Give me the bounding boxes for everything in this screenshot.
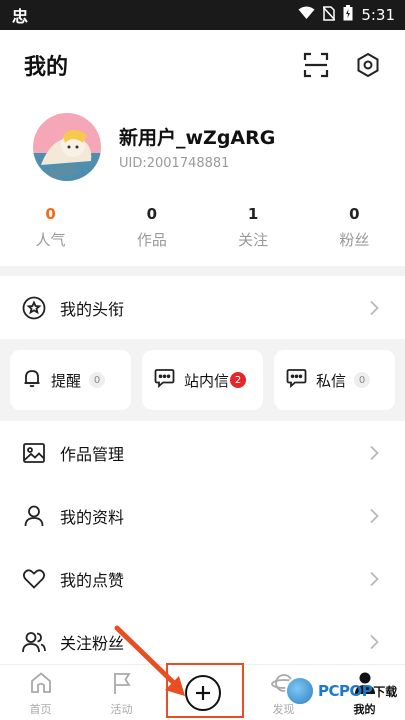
profile-section[interactable]: 新用户_wZgARG UID:2001748881	[0, 100, 405, 193]
tab-label: 活动	[110, 703, 133, 716]
my-profile-row[interactable]: 我的资料	[0, 484, 405, 547]
avatar[interactable]	[33, 112, 101, 181]
stat-value: 0	[349, 205, 360, 223]
chat-bubble-icon	[154, 368, 175, 392]
unread-badge: 2	[230, 372, 247, 388]
chevron-right-icon	[367, 634, 381, 649]
heart-icon	[22, 567, 46, 591]
settings-icon[interactable]	[353, 50, 383, 80]
tab-label: 首页	[29, 703, 52, 716]
message-cards: 提醒 0 站内信 2 私信 0	[0, 339, 405, 421]
app-notification-icon: 忠	[12, 7, 29, 26]
count-badge: 0	[89, 372, 106, 388]
battery-icon	[343, 5, 353, 25]
user-icon	[22, 504, 46, 528]
chevron-right-icon	[367, 300, 381, 315]
stat-value: 1	[247, 205, 259, 223]
bell-icon	[22, 368, 42, 392]
stats-row: 0 人气 0 作品 1 关注 0 粉丝	[0, 193, 405, 266]
row-label: 作品管理	[60, 444, 125, 464]
home-icon	[29, 671, 53, 699]
stat-label: 人气	[35, 231, 66, 249]
reminders-card[interactable]: 提醒 0	[10, 350, 131, 410]
status-time: 5:31	[361, 6, 395, 24]
watermark-subtext: 下载	[373, 684, 398, 699]
private-message-card[interactable]: 私信 0	[274, 350, 395, 410]
image-icon	[22, 441, 46, 465]
highlight-box	[166, 663, 244, 718]
users-icon	[22, 630, 46, 654]
stat-works[interactable]: 0 作品	[101, 205, 202, 266]
card-label: 私信	[316, 371, 347, 390]
card-label: 站内信	[184, 371, 230, 390]
badge-star-icon	[22, 296, 46, 320]
status-bar: 忠 5:31	[0, 0, 405, 30]
stat-following[interactable]: 1 关注	[203, 205, 304, 266]
card-label: 提醒	[51, 371, 82, 390]
count-badge: 0	[354, 372, 371, 388]
scan-icon[interactable]	[301, 50, 331, 80]
watermark: PCPOP 下载	[285, 676, 397, 706]
stat-followers[interactable]: 0 粉丝	[304, 205, 405, 266]
page-header: 我的	[0, 30, 405, 100]
stat-label: 粉丝	[339, 231, 370, 249]
chevron-right-icon	[367, 508, 381, 523]
stat-value: 0	[45, 205, 56, 223]
watermark-text: PCPOP	[318, 682, 373, 700]
chat-bubble-icon	[286, 368, 307, 392]
my-titles-row[interactable]: 我的头衔	[0, 276, 405, 339]
stat-label: 关注	[238, 231, 269, 249]
my-likes-row[interactable]: 我的点赞	[0, 547, 405, 610]
watermark-logo-icon	[285, 676, 315, 706]
page-title: 我的	[24, 55, 69, 80]
chevron-right-icon	[367, 445, 381, 460]
stat-value: 0	[146, 205, 158, 223]
row-label: 我的头衔	[60, 299, 125, 319]
works-management-row[interactable]: 作品管理	[0, 421, 405, 484]
chevron-right-icon	[367, 571, 381, 586]
section-divider	[0, 266, 405, 276]
wifi-icon	[298, 6, 315, 24]
site-mail-card[interactable]: 站内信 2	[142, 350, 263, 410]
user-uid: UID:2001748881	[119, 155, 230, 171]
stat-popularity[interactable]: 0 人气	[0, 205, 101, 266]
stat-label: 作品	[136, 231, 167, 249]
tab-home[interactable]: 首页	[0, 665, 81, 720]
row-label: 我的点赞	[60, 570, 125, 590]
no-sim-icon	[322, 5, 336, 25]
username: 新用户_wZgARG	[119, 126, 276, 149]
row-label: 我的资料	[60, 507, 125, 527]
